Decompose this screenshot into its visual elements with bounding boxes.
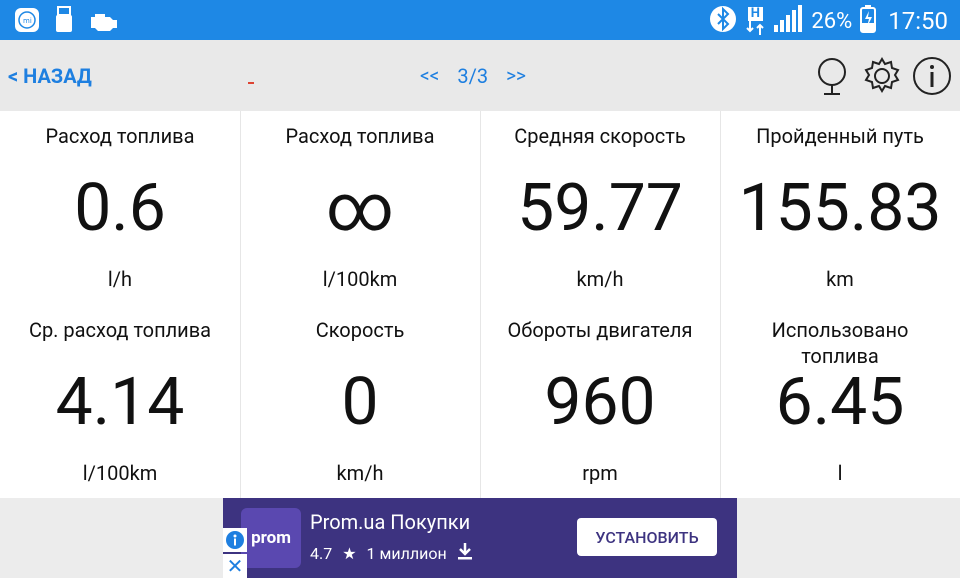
gauge-unit: km/h <box>336 461 384 485</box>
gauge-unit: l <box>837 461 843 485</box>
gauge-value: 59.77 <box>517 170 683 247</box>
gauge-title: Использовано топлива <box>771 318 909 368</box>
gauge-value: 0.6 <box>74 170 166 247</box>
svg-text:mi: mi <box>23 17 32 25</box>
gauge-fuel-used[interactable]: Использовано топлива 6.45 l <box>720 305 960 498</box>
grid-divider <box>480 111 481 498</box>
gauge-average-consumption[interactable]: Ср. расход топлива 4.14 l/100km <box>0 305 240 498</box>
gauge-fuel-rate-per-hour[interactable]: Расход топлива 0.6 l/h <box>0 111 240 304</box>
pager: << 3/3 >> <box>420 64 526 88</box>
battery-charging-icon <box>860 5 877 37</box>
network-type-icon: H <box>745 7 765 35</box>
gauge-unit: l/100km <box>322 267 398 291</box>
gauge-value: 4.14 <box>55 364 185 441</box>
engine-icon <box>88 9 120 35</box>
gauge-value: 6.45 <box>775 364 905 441</box>
ad-banner[interactable]: prom ✕ Prom.ua Покупки 4.7 ★ 1 миллион У… <box>223 498 737 578</box>
next-page-button[interactable]: >> <box>506 64 526 88</box>
ad-close-icon[interactable]: ✕ <box>223 554 247 578</box>
back-button[interactable]: < НАЗАД <box>8 64 92 88</box>
gauge-title: Расход топлива <box>45 124 195 148</box>
gauge-title: Обороты двигателя <box>507 318 693 342</box>
usb-icon <box>54 6 74 38</box>
gauge-distance[interactable]: Пройденный путь 155.83 km <box>720 111 960 304</box>
battery-percent: 26% <box>811 8 853 34</box>
ad-meta: 4.7 ★ 1 миллион <box>310 542 473 564</box>
gauge-value: 960 <box>544 364 656 441</box>
status-bar: mi H 26% 17:50 <box>0 0 960 40</box>
gauge-fuel-rate-per-100km[interactable]: Расход топлива ∞ l/100km <box>240 111 480 304</box>
star-icon: ★ <box>342 543 357 563</box>
install-button[interactable]: УСТАНОВИТЬ <box>577 518 717 556</box>
prev-page-button[interactable]: << <box>420 64 439 88</box>
gauge-unit: km/h <box>576 267 624 291</box>
gauge-average-speed[interactable]: Средняя скорость 59.77 km/h <box>480 111 720 304</box>
signal-strength-icon <box>773 5 803 37</box>
download-icon <box>457 542 473 564</box>
toolbar: < НАЗАД << 3/3 >> <box>0 40 960 111</box>
gauge-speed[interactable]: Скорость 0 km/h <box>240 305 480 498</box>
ad-logo-text: prom <box>251 528 291 548</box>
gauge-title: Скорость <box>315 318 405 342</box>
ad-info-icon[interactable] <box>223 528 247 552</box>
clock: 17:50 <box>888 7 948 35</box>
gauge-unit: l/h <box>107 267 133 291</box>
gauge-title: Расход топлива <box>285 124 435 148</box>
ad-downloads: 1 миллион <box>366 543 447 563</box>
gauge-title: Пройденный путь <box>756 124 924 148</box>
gauge-unit: rpm <box>582 461 618 485</box>
globe-icon[interactable] <box>812 55 852 97</box>
bluetooth-icon <box>709 5 737 37</box>
gauge-title: Средняя скорость <box>514 124 686 148</box>
mi-app-icon: mi <box>14 7 40 37</box>
decorative-mark <box>248 82 254 84</box>
ad-app-name: Prom.ua Покупки <box>310 510 471 534</box>
page-indicator: 3/3 <box>457 64 489 88</box>
gauge-value: 0 <box>341 364 379 441</box>
grid-divider <box>720 111 721 498</box>
gauge-title: Ср. расход топлива <box>28 318 212 342</box>
info-icon[interactable] <box>912 55 952 97</box>
gauge-unit: km <box>826 267 854 291</box>
ad-rating: 4.7 <box>310 543 333 563</box>
gauge-engine-rpm[interactable]: Обороты двигателя 960 rpm <box>480 305 720 498</box>
ad-app-logo: prom <box>241 508 301 568</box>
gauge-value: 155.83 <box>738 170 942 247</box>
gauge-value: ∞ <box>326 170 394 247</box>
grid-divider <box>240 111 241 498</box>
gauge-unit: l/100km <box>82 461 158 485</box>
gear-icon[interactable] <box>862 55 902 97</box>
